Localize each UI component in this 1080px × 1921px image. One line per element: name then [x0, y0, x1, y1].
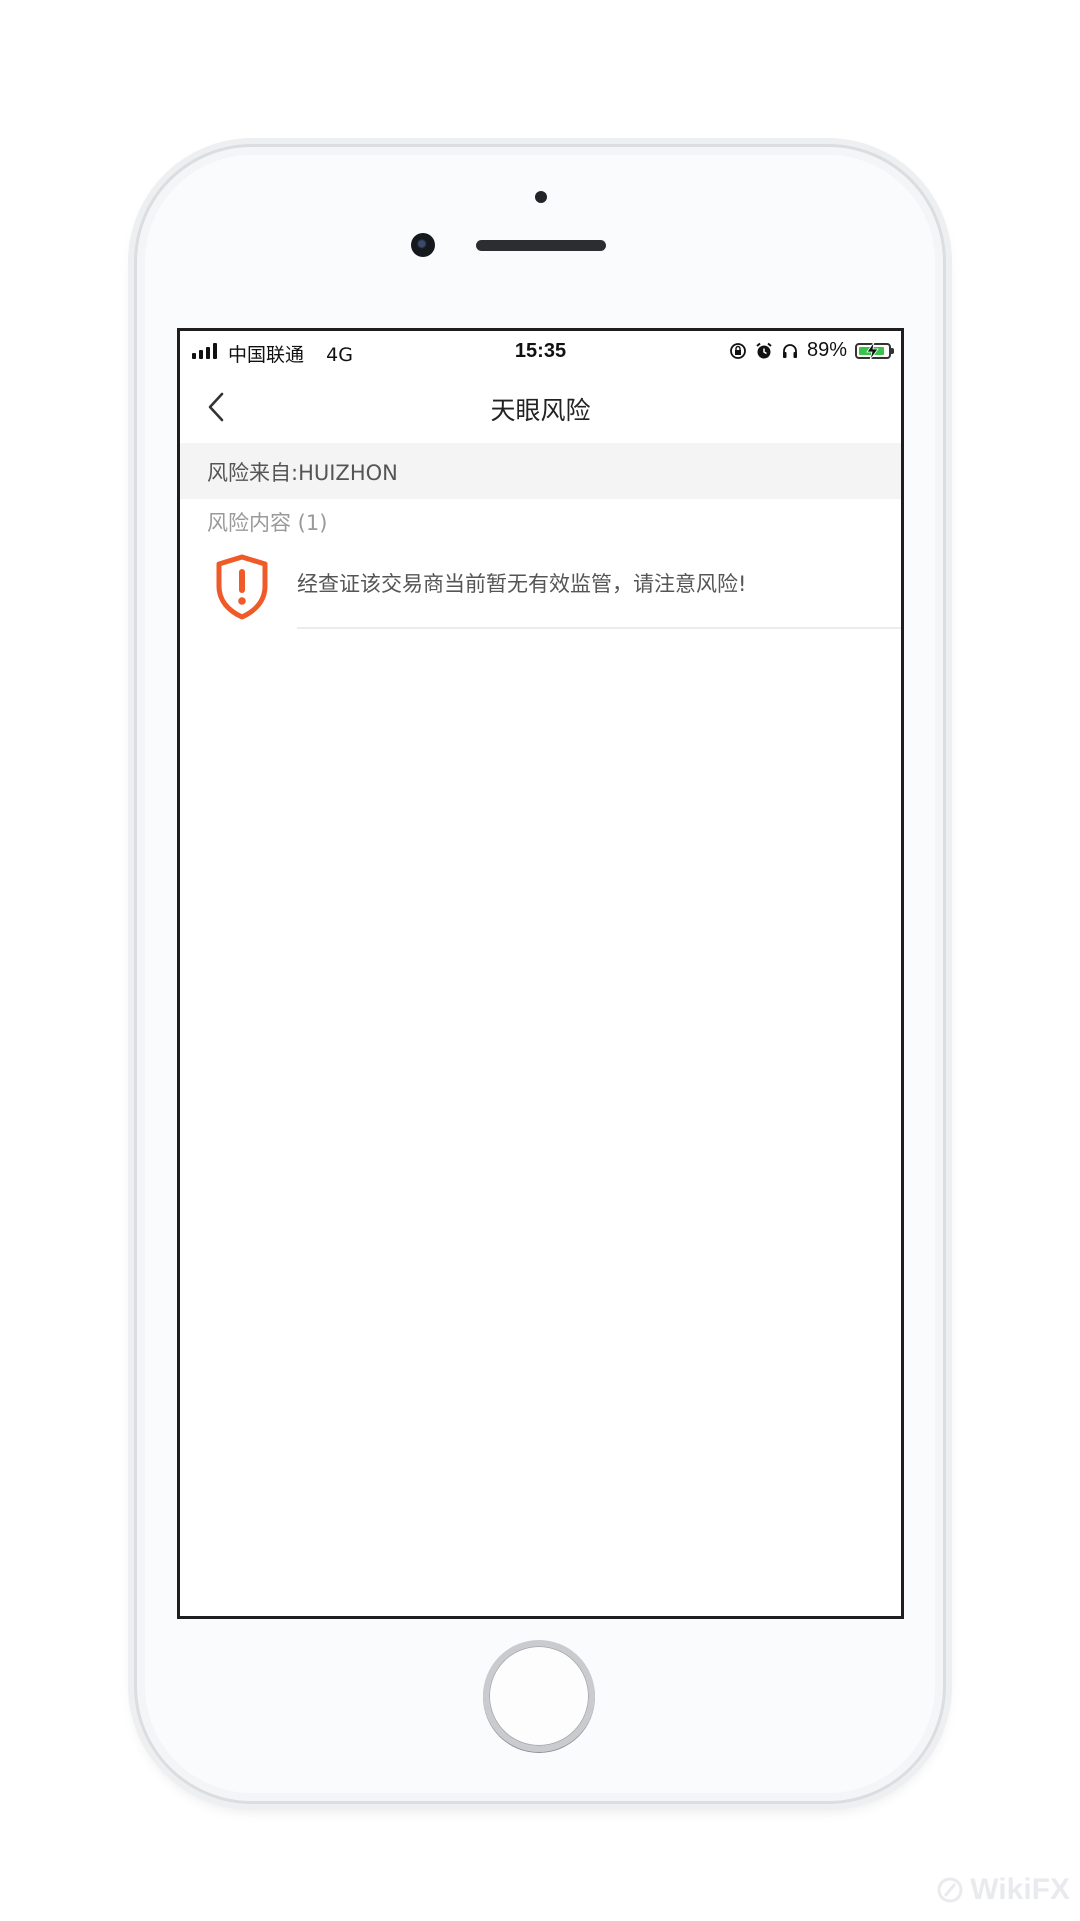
risk-source-label: 风险来自:HUIZHON	[207, 461, 398, 485]
alarm-icon	[756, 342, 772, 358]
warning-shield-icon	[216, 554, 268, 620]
divider	[297, 627, 901, 629]
risk-source-band: 风险来自:HUIZHON	[180, 443, 901, 499]
power-button	[946, 470, 952, 584]
proximity-sensor	[535, 191, 547, 203]
watermark-logo: WikiFX	[936, 1873, 1070, 1907]
home-button[interactable]	[483, 1640, 595, 1752]
orientation-lock-icon	[730, 342, 746, 359]
watermark-text: WikiFX	[970, 1873, 1070, 1906]
page-title: 天眼风险	[490, 396, 591, 425]
battery-percent: 89%	[806, 339, 847, 361]
risk-item-text: 经查证该交易商当前暂无有效监管，请注意风险!	[297, 572, 747, 596]
earpiece-speaker	[476, 240, 606, 251]
battery-icon	[855, 341, 894, 360]
wikifx-logo-icon	[937, 1877, 963, 1903]
risk-list-item[interactable]: 经查证该交易商当前暂无有效监管，请注意风险!	[180, 546, 901, 629]
front-camera	[411, 233, 435, 257]
status-indicators: 89%	[729, 339, 894, 362]
phone-screen: 中国联通 4G 15:35 89% 天眼风险 风险来自:HUIZHON 风险内容…	[177, 328, 904, 1619]
headphones-icon	[782, 343, 797, 358]
risk-content-header: 风险内容 (1)	[207, 511, 328, 535]
status-bar: 中国联通 4G 15:35 89%	[180, 331, 901, 371]
navigation-bar: 天眼风险	[180, 371, 901, 443]
